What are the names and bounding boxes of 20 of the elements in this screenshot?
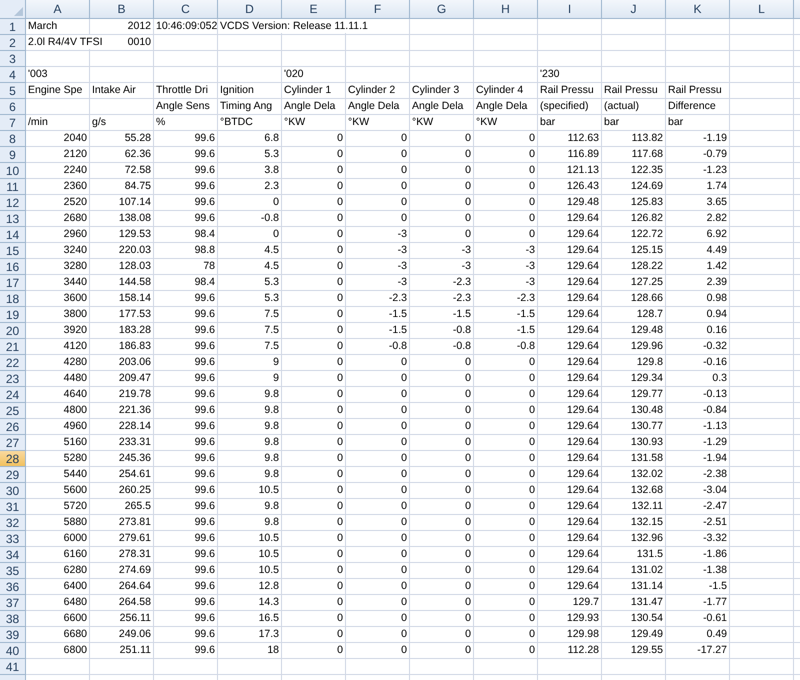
table-cell: Angle Dela (476, 99, 528, 113)
table-cell: Cylinder 4 (476, 83, 524, 97)
table-cell: g/s (92, 115, 106, 129)
table-cell: VCDS Version: Release 11.11.1 (220, 19, 368, 33)
table-cell: (specified) (540, 99, 588, 113)
table-cell: Cylinder 2 (348, 83, 396, 97)
table-cell: Cylinder 1 (284, 83, 332, 97)
table-cell: (actual) (604, 99, 640, 113)
select-all-button[interactable] (0, 0, 26, 18)
table-cell: Angle Sens (156, 99, 210, 113)
table-cell: Cylinder 3 (412, 83, 460, 97)
table-cell: Angle Dela (284, 99, 336, 113)
row-header[interactable]: 28 (0, 451, 26, 467)
triangle-icon (14, 7, 23, 16)
table-cell: 2.0l R4/4V TFSI (28, 35, 103, 49)
table-cell: Ignition (220, 83, 254, 97)
table-cell: Engine Spe (28, 83, 82, 97)
table-cell: Timing Ang (220, 99, 272, 113)
table-cell: Angle Dela (348, 99, 400, 113)
table-cell: Angle Dela (412, 99, 464, 113)
